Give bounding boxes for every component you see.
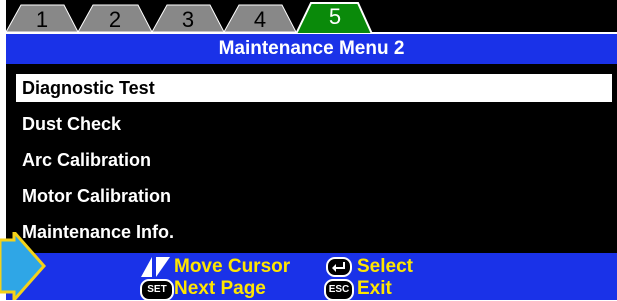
tab-2-label: 2 — [108, 7, 122, 32]
lcd-screen: 1 2 3 4 5 Maintenance Menu 2 Diagnostic … — [6, 0, 617, 301]
tab-3-label: 3 — [181, 7, 195, 32]
menu-item-maintenance-info[interactable]: Maintenance Info. — [16, 218, 612, 246]
exit-hint: Exit — [357, 278, 392, 299]
esc-key-icon: ESC — [324, 279, 354, 301]
next-page-hint: Next Page — [174, 278, 266, 299]
pointer-arrow-icon — [0, 232, 46, 300]
menu-item-diagnostic-test[interactable]: Diagnostic Test — [16, 74, 612, 102]
footer-hints: Move Cursor Select SET Next Page ESC Exi… — [6, 253, 617, 301]
menu-item-dust-check[interactable]: Dust Check — [16, 110, 612, 138]
up-down-arrows-icon — [141, 257, 170, 277]
menu-item-motor-calibration[interactable]: Motor Calibration — [16, 182, 612, 210]
tab-4-label: 4 — [253, 7, 267, 32]
move-cursor-hint: Move Cursor — [174, 256, 291, 277]
page-title: Maintenance Menu 2 — [6, 34, 617, 64]
menu-item-arc-calibration[interactable]: Arc Calibration — [16, 146, 612, 174]
set-key-icon: SET — [140, 279, 174, 301]
tab-bar: 1 2 3 4 5 — [6, 0, 617, 34]
tab-5-label: 5 — [328, 4, 342, 29]
tab-1-label: 1 — [35, 7, 49, 32]
select-hint: Select — [357, 256, 413, 277]
enter-key-icon — [326, 257, 352, 277]
